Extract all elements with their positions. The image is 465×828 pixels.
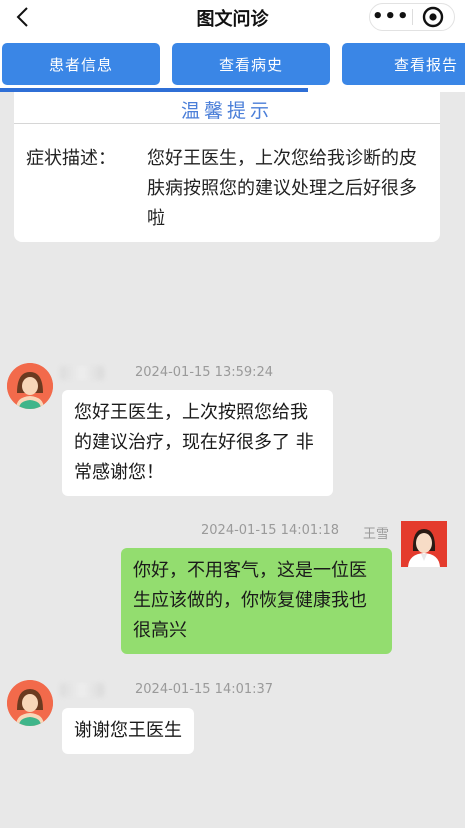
back-button[interactable] (10, 4, 36, 30)
notice-card: 温馨提示 症状描述： 您好王医生，上次您给我诊断的皮肤病按照您的建议处理之后好很… (14, 92, 440, 242)
symptom-label: 症状描述： (26, 148, 116, 169)
tab-bar: 患者信息 查看病史 查看报告 (0, 36, 465, 92)
patient-avatar-icon[interactable] (7, 363, 53, 409)
more-dots-icon[interactable]: ••• (370, 4, 412, 30)
notice-divider (14, 123, 440, 124)
message-time: 2024-01-15 14:01:37 (135, 682, 274, 697)
patient-avatar-icon[interactable] (7, 680, 53, 726)
message-time: 2024-01-15 14:01:18 (201, 523, 340, 538)
doctor-name: 王雪 (363, 527, 390, 542)
patient-message-bubble[interactable]: 谢谢您王医生 (62, 708, 194, 754)
doctor-avatar-icon[interactable] (401, 521, 447, 567)
mini-program-capsule: ••• (369, 3, 455, 31)
notice-title: 温馨提示 (180, 100, 273, 122)
patient-name-redacted (60, 366, 104, 380)
patient-name-redacted (60, 683, 104, 697)
tab-view-report[interactable]: 查看报告 (342, 43, 465, 85)
message-time: 2024-01-15 13:59:24 (135, 365, 274, 380)
patient-message-bubble[interactable]: 您好王医生，上次按照您给我的建议治疗，现在好很多了 非常感谢您！ (62, 390, 333, 496)
tab-patient-info[interactable]: 患者信息 (2, 43, 160, 85)
close-target-icon[interactable] (412, 6, 454, 28)
doctor-message-bubble[interactable]: 你好，不用客气，这是一位医生应该做的，你恢复健康我也很高兴 (121, 548, 392, 654)
page-title: 图文问诊 (196, 9, 269, 30)
symptom-description: 您好王医生，上次您给我诊断的皮肤病按照您的建议处理之后好很多啦 (147, 148, 417, 229)
tab-medical-history[interactable]: 查看病史 (172, 43, 330, 85)
top-bar: 图文问诊 ••• (0, 0, 465, 36)
back-arrow-icon (16, 7, 28, 27)
